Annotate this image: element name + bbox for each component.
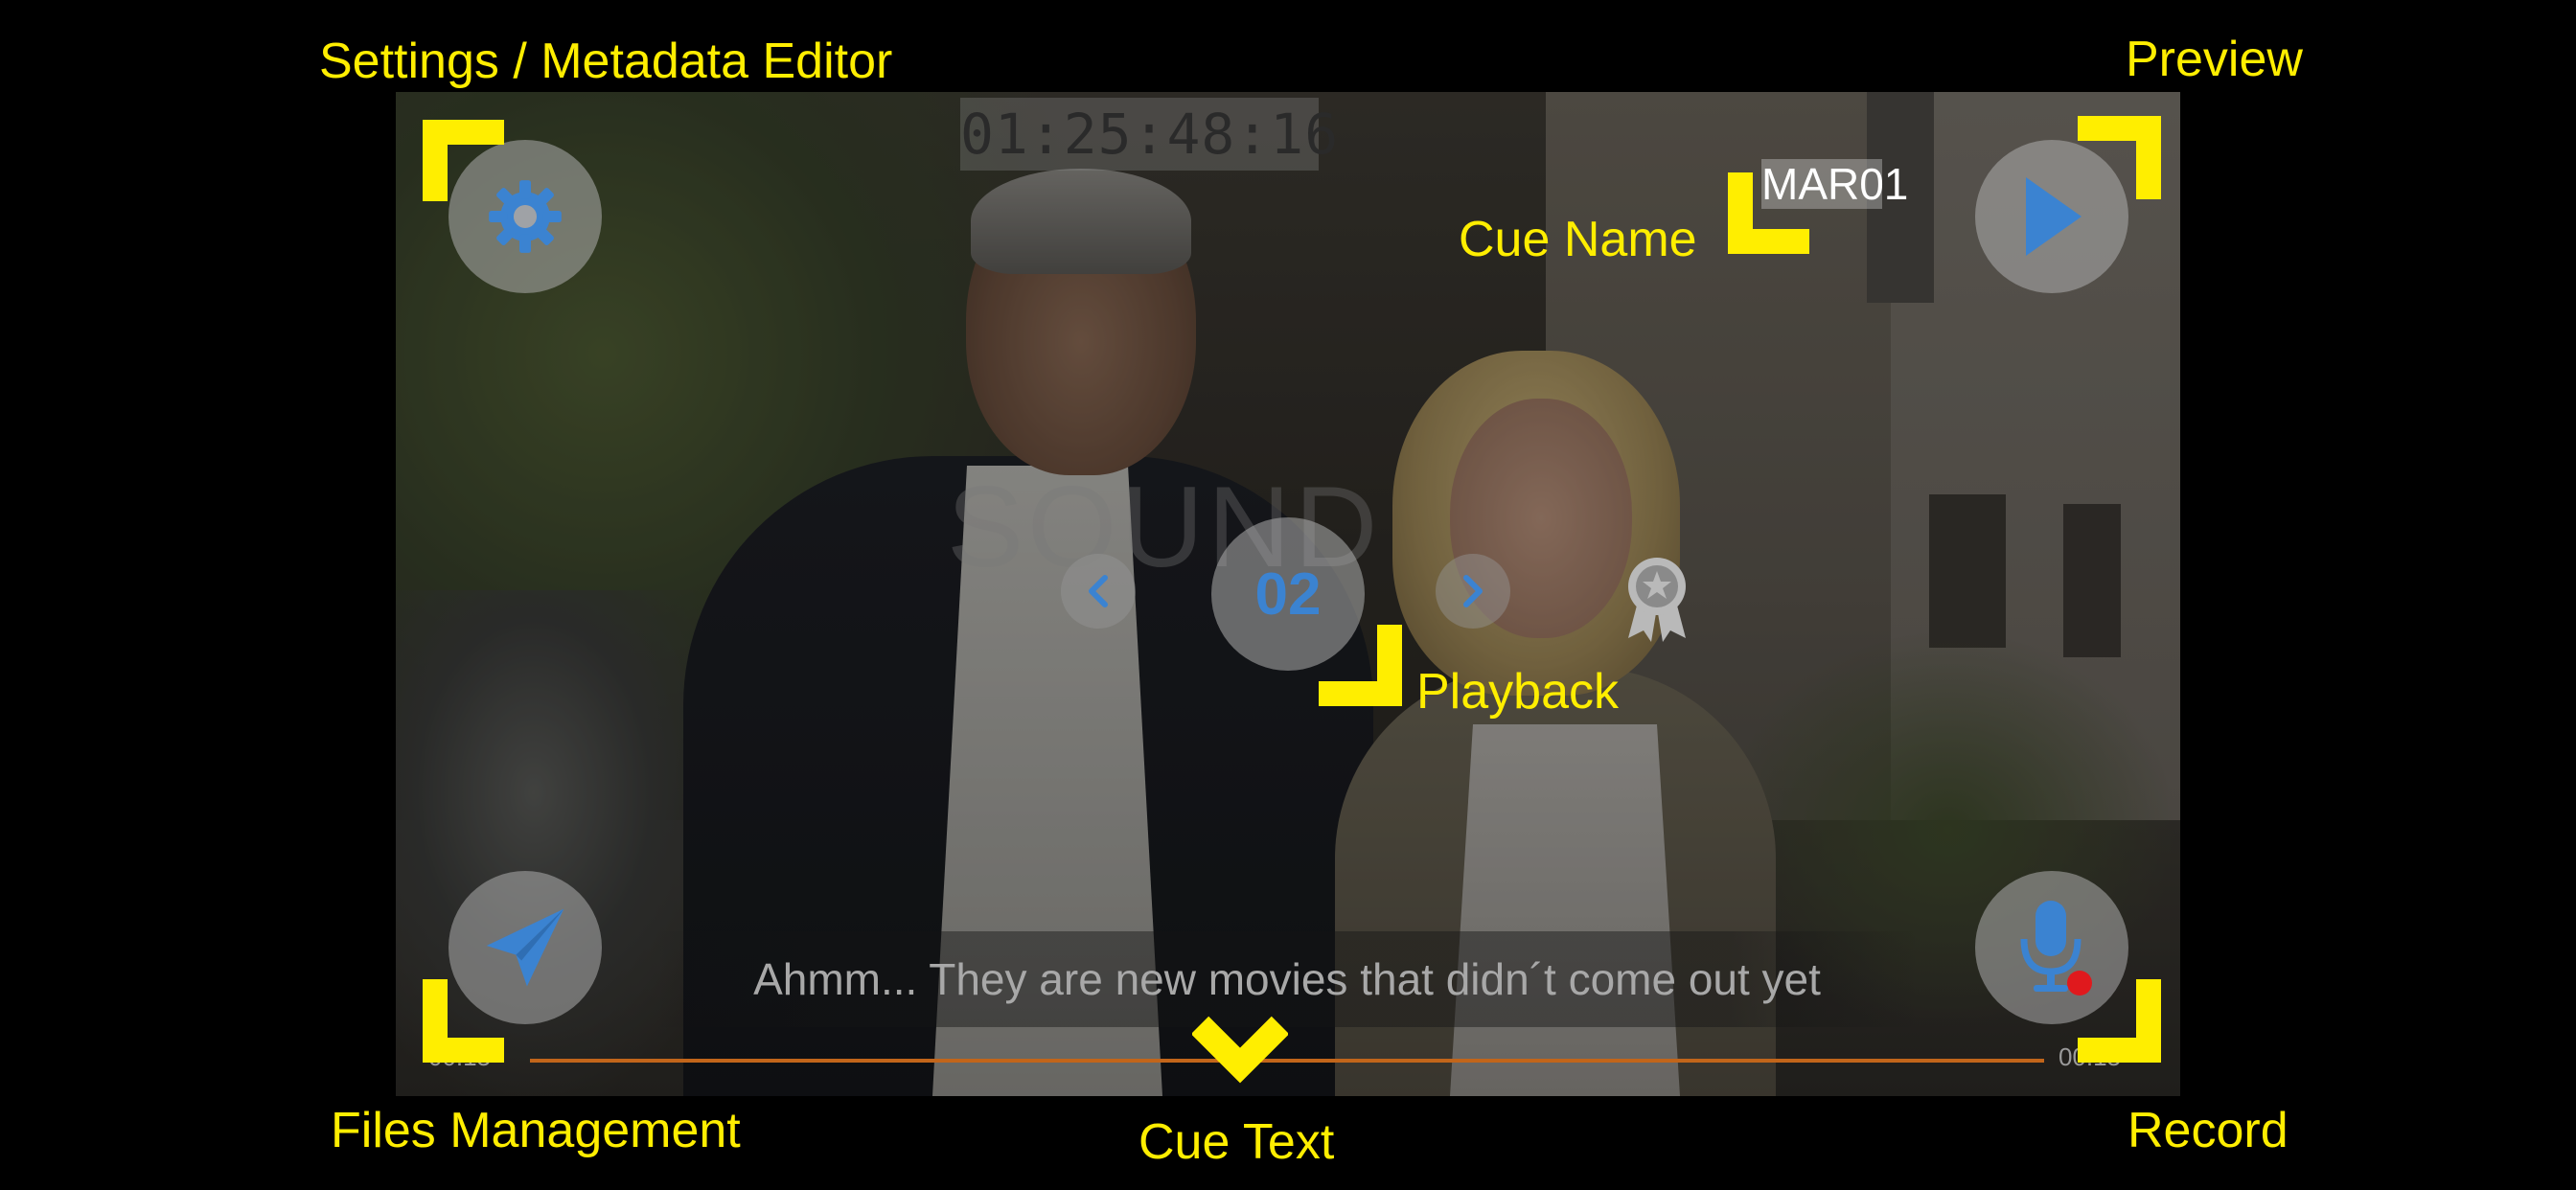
- cue-text: Ahmm... They are new movies that didn´t …: [655, 931, 1920, 1027]
- arrow-settings-icon: [423, 120, 504, 201]
- award-button[interactable]: [1621, 554, 1693, 647]
- video-preview[interactable]: SOUND 01:25:48:16 MAR01 02 Ahmm... They …: [396, 92, 2180, 1096]
- timecode-display: 01:25:48:16: [960, 98, 1338, 171]
- cue-number: 02: [1254, 561, 1322, 628]
- award-ribbon-icon: [1628, 558, 1686, 642]
- arrow-preview-icon: [2078, 116, 2161, 199]
- annotation-playback: Playback: [1416, 664, 1619, 720]
- annotation-record: Record: [2128, 1103, 2288, 1158]
- chevron-left-icon: [1089, 575, 1108, 607]
- next-cue-button[interactable]: [1436, 554, 1510, 629]
- previous-cue-button[interactable]: [1061, 554, 1136, 629]
- arrow-record-icon: [2078, 979, 2161, 1063]
- annotation-cue-text: Cue Text: [1138, 1114, 1335, 1170]
- app-screen: SOUND 01:25:48:16 MAR01 02 Ahmm... They …: [0, 0, 2576, 1190]
- arrow-cue-name-icon: [1728, 172, 1809, 254]
- arrow-cue-text-icon: [1192, 1016, 1288, 1084]
- arrow-files-icon: [423, 979, 504, 1063]
- annotation-settings: Settings / Metadata Editor: [319, 34, 893, 89]
- arrow-playback-icon: [1319, 625, 1402, 706]
- annotation-preview: Preview: [2126, 32, 2303, 87]
- annotation-files: Files Management: [331, 1103, 741, 1158]
- chevron-right-icon: [1463, 575, 1483, 607]
- annotation-cue-name: Cue Name: [1459, 212, 1697, 267]
